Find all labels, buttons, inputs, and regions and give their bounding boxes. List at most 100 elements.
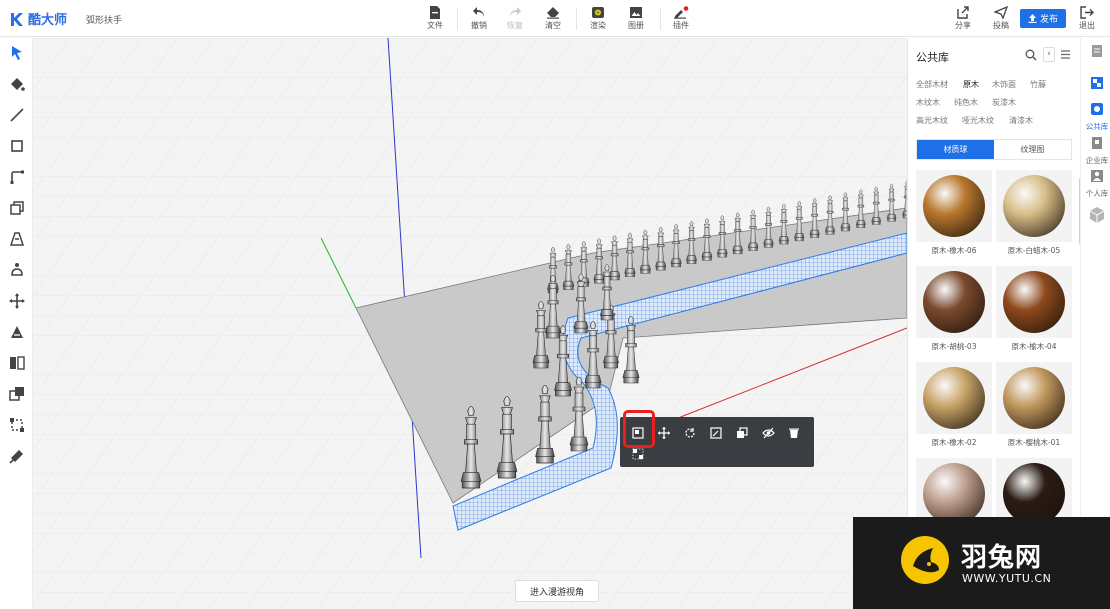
material-ball <box>1003 367 1065 429</box>
sidebar-item-project[interactable] <box>1084 44 1110 61</box>
exit-button[interactable]: 退出 <box>1072 4 1102 34</box>
upload-icon <box>1028 14 1037 23</box>
rotate-button[interactable] <box>681 424 699 442</box>
copy-icon <box>737 427 748 438</box>
eye-off-icon <box>761 427 775 439</box>
material-swatch <box>916 266 992 338</box>
group-icon <box>632 448 644 460</box>
enter-walkthrough-button[interactable]: 进入漫游视角 <box>515 580 599 602</box>
move-icon <box>658 427 670 439</box>
category-grain-wood[interactable]: 木纹木 <box>916 97 940 108</box>
search-icon[interactable] <box>1025 49 1037 61</box>
category-bamboo[interactable]: 竹藤 <box>1030 79 1046 90</box>
panel-title: 公共库 <box>916 51 949 64</box>
exit-icon <box>1080 6 1094 19</box>
share-button[interactable]: 分享 <box>948 4 978 34</box>
scene-canvas[interactable] <box>33 38 907 609</box>
logo-icon <box>11 12 23 26</box>
image-icon <box>630 7 642 18</box>
material-item[interactable]: 原木-白蜡木-05 <box>996 170 1072 256</box>
category-log[interactable]: 原木 <box>963 79 979 90</box>
redo-icon <box>510 7 521 17</box>
material-label: 原木-胡桃-03 <box>931 342 977 351</box>
group-select-icon[interactable] <box>8 416 26 434</box>
material-item[interactable]: 原木-胡桃-03 <box>916 266 992 352</box>
category-charcoal-wood[interactable]: 炭漆木 <box>992 97 1016 108</box>
move-button[interactable] <box>655 424 673 442</box>
sidebar-item-enterprise-lib[interactable]: 企业库 <box>1084 136 1110 166</box>
mirror-tool-icon[interactable] <box>8 354 26 372</box>
submit-button[interactable]: 投稿 <box>986 4 1016 34</box>
move-tool-icon[interactable] <box>8 292 26 310</box>
material-swatch <box>996 170 1072 242</box>
file-name[interactable]: 弧形扶手 <box>86 13 122 26</box>
eraser-icon <box>547 7 559 19</box>
sidebar-item-model[interactable] <box>1084 206 1110 227</box>
arc-tool-icon[interactable] <box>8 168 26 186</box>
undo-icon <box>473 7 484 17</box>
file-menu-button[interactable]: 文件 <box>420 4 450 34</box>
redo-button[interactable]: 恢复 <box>500 4 530 34</box>
rotate-icon <box>685 428 695 438</box>
material-item[interactable]: 原木-榆木-04 <box>996 266 1072 352</box>
album-button[interactable]: 图册 <box>621 4 651 34</box>
material-label: 原木-白蜡木-05 <box>1007 246 1061 255</box>
category-solid-wood[interactable]: 纯色木 <box>954 97 978 108</box>
hide-button[interactable] <box>759 424 777 442</box>
app-logo[interactable]: 酷大师 <box>10 9 67 28</box>
left-tool-palette <box>0 38 33 609</box>
sidebar-item-material[interactable] <box>1084 76 1110 93</box>
user-icon <box>1091 170 1103 182</box>
material-ball <box>1003 463 1065 525</box>
follow-me-icon[interactable] <box>8 230 26 248</box>
category-veneer[interactable]: 木饰面 <box>992 79 1016 90</box>
sidebar-item-public-lib[interactable]: 公共库 <box>1084 102 1110 132</box>
category-gloss-grain[interactable]: 高光木纹 <box>916 115 948 126</box>
chevron-left-icon[interactable]: ‹ <box>1043 47 1055 62</box>
publish-label: 发布 <box>1039 15 1058 25</box>
material-ball <box>923 271 985 333</box>
delete-button[interactable] <box>785 424 803 442</box>
3d-viewport[interactable]: › 进入漫游视角 <box>33 38 907 609</box>
share-icon <box>957 6 969 19</box>
clear-button[interactable]: 清空 <box>538 4 568 34</box>
tab-material-ball[interactable]: 材质球 <box>917 140 994 159</box>
publish-button[interactable]: 发布 <box>1020 9 1066 28</box>
line-tool-icon[interactable] <box>8 106 26 124</box>
watermark-name: 羽兔网 <box>961 543 1043 573</box>
material-item[interactable]: 原木-橡木-06 <box>916 170 992 256</box>
clear-label: 清空 <box>545 21 561 30</box>
album-label: 图册 <box>628 21 644 30</box>
material-item[interactable]: 原木-樱桃木-01 <box>996 362 1072 448</box>
render-icon <box>592 7 604 18</box>
scale-button[interactable] <box>707 424 725 442</box>
undo-button[interactable]: 撤销 <box>464 4 494 34</box>
highlight-box <box>623 410 655 448</box>
material-item[interactable]: 原木-橡木-02 <box>916 362 992 448</box>
offset-tool-icon[interactable] <box>8 261 26 279</box>
material-ball <box>1003 271 1065 333</box>
material-ball <box>923 367 985 429</box>
divider <box>457 8 458 30</box>
tab-texture[interactable]: 纹理图 <box>994 140 1071 159</box>
category-matte-grain[interactable]: 哑光木纹 <box>962 115 994 126</box>
render-button[interactable]: 渲染 <box>583 4 613 34</box>
palette-icon <box>1091 77 1103 89</box>
plugin-button[interactable]: 插件 <box>666 4 696 34</box>
copy-tool-icon[interactable] <box>8 385 26 403</box>
list-icon[interactable] <box>1060 49 1071 60</box>
rectangle-tool-icon[interactable] <box>8 137 26 155</box>
scale-tool-icon[interactable] <box>8 323 26 341</box>
plugin-label: 插件 <box>673 21 689 30</box>
sidebar-item-personal-lib[interactable]: 个人库 <box>1084 169 1110 199</box>
copy-button[interactable] <box>733 424 751 442</box>
select-arrow-icon[interactable] <box>8 44 26 62</box>
material-label: 原木-樱桃木-01 <box>1007 438 1061 447</box>
category-varnish-wood[interactable]: 清漆木 <box>1009 115 1033 126</box>
public-lib-label: 公共库 <box>1085 122 1109 131</box>
enterprise-lib-label: 企业库 <box>1085 156 1109 165</box>
tape-measure-icon[interactable] <box>8 447 26 465</box>
category-all-wood[interactable]: 全部木材 <box>916 79 948 90</box>
push-pull-icon[interactable] <box>8 199 26 217</box>
paint-bucket-icon[interactable] <box>8 75 26 93</box>
